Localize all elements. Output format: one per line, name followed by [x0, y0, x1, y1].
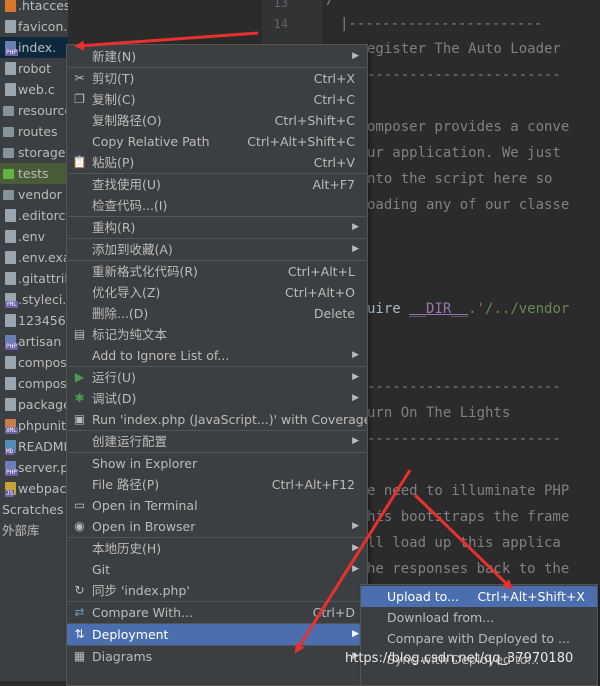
- arrow-to-index-file: [74, 31, 259, 51]
- annotation-arrows: [74, 31, 513, 654]
- arrow-to-upload: [413, 493, 513, 590]
- arrow-to-deployment: [294, 469, 412, 654]
